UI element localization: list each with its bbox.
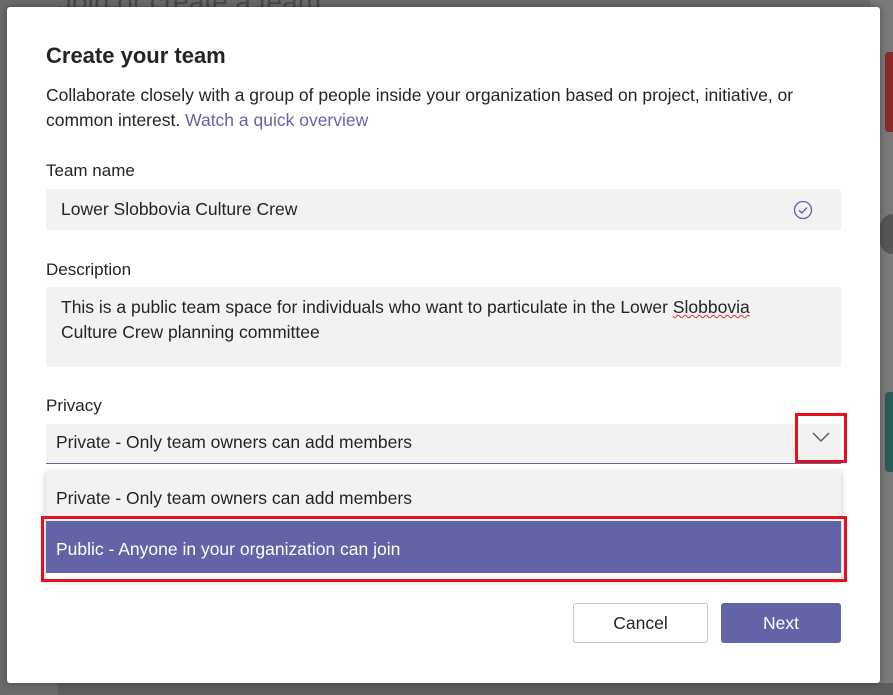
privacy-options-list: Private - Only team owners can add membe… (46, 471, 841, 579)
description-textarea[interactable]: This is a public team space for individu… (46, 287, 841, 367)
cancel-button[interactable]: Cancel (573, 603, 708, 643)
watch-overview-link[interactable]: Watch a quick overview (185, 110, 368, 130)
next-button[interactable]: Next (721, 603, 841, 643)
privacy-option-public[interactable]: Public - Anyone in your organization can… (46, 521, 841, 573)
background-avatar (880, 214, 893, 254)
description-label: Description (46, 260, 132, 279)
background-footer (58, 683, 893, 695)
dialog-title: Create your team (46, 43, 226, 68)
dialog-description-text: Collaborate closely with a group of peop… (46, 85, 794, 130)
check-circle-icon (793, 200, 813, 220)
dialog-description: Collaborate closely with a group of peop… (46, 83, 826, 133)
privacy-label: Privacy (46, 396, 102, 415)
spellcheck-word[interactable]: Slobbovia (673, 297, 750, 317)
team-name-label: Team name (46, 161, 135, 180)
privacy-dropdown-toggle[interactable] (795, 413, 847, 463)
privacy-selected-value: Private - Only team owners can add membe… (56, 432, 412, 452)
privacy-dropdown[interactable]: Private - Only team owners can add membe… (46, 424, 841, 464)
background-card-red (885, 52, 893, 132)
description-value-part1: This is a public team space for individu… (61, 297, 673, 317)
background-card-teal (885, 392, 893, 472)
description-value-part2: Culture Crew planning committee (61, 322, 320, 342)
team-name-value: Lower Slobbovia Culture Crew (61, 199, 298, 219)
team-name-input[interactable]: Lower Slobbovia Culture Crew (46, 189, 841, 230)
chevron-down-icon (812, 432, 830, 443)
privacy-option-private[interactable]: Private - Only team owners can add membe… (46, 471, 841, 521)
create-team-dialog: Create your team Collaborate closely wit… (7, 7, 880, 683)
